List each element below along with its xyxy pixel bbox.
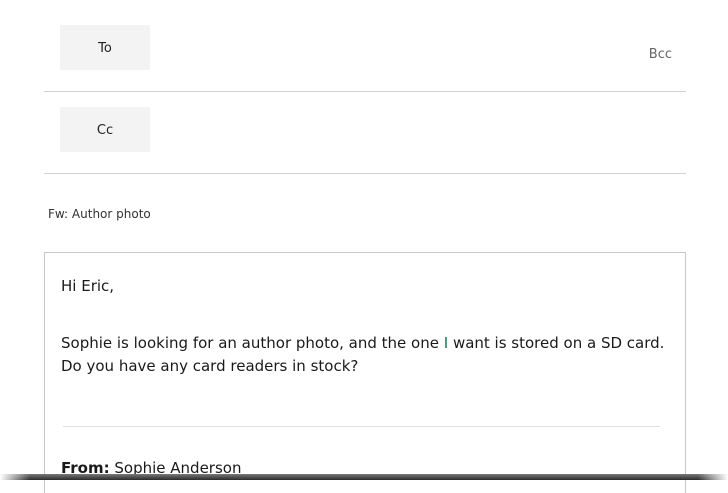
subject-field[interactable]: Fw: Author photo	[44, 174, 686, 252]
cc-input[interactable]	[160, 107, 626, 152]
body-greeting: Hi Eric,	[61, 277, 115, 295]
subject-text[interactable]: Fw: Author photo	[48, 207, 151, 221]
to-input[interactable]	[160, 25, 626, 70]
compose-window: To Bcc Cc Fw: Author photo Hi Eric, Soph…	[0, 0, 728, 493]
to-row: To Bcc	[44, 9, 686, 92]
bcc-button[interactable]: Bcc	[649, 47, 672, 62]
cc-row: Cc	[44, 91, 686, 174]
forward-divider	[63, 426, 660, 427]
window-bottom-shadow	[0, 474, 728, 480]
shadow-fade-right	[698, 468, 728, 480]
message-body-editor[interactable]: Hi Eric, Sophie is looking for an author…	[44, 252, 686, 493]
body-text-start: Sophie is looking for an author photo, a…	[61, 334, 444, 352]
body-paragraph: Sophie is looking for an author photo, a…	[61, 332, 671, 378]
cc-button[interactable]: Cc	[60, 107, 150, 152]
shadow-fade-left	[0, 468, 30, 480]
to-button[interactable]: To	[60, 25, 150, 70]
